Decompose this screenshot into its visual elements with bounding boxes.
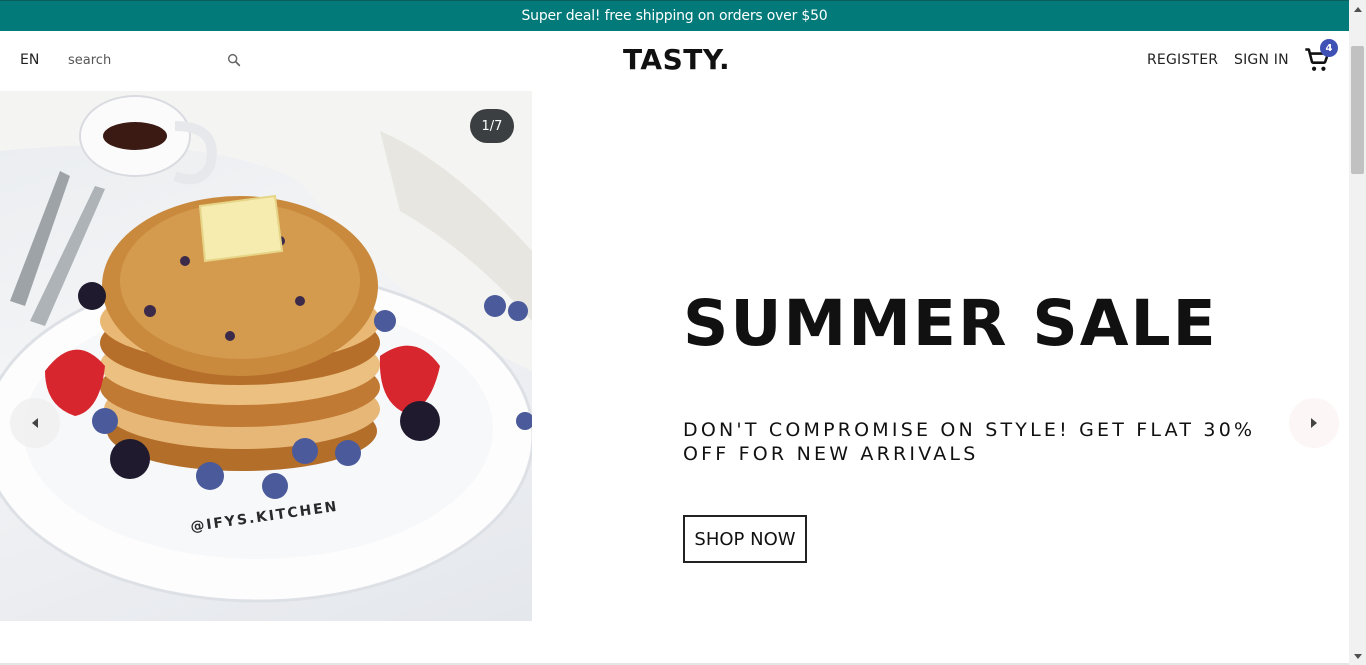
- navbar: EN TASTY. REGISTER SIGN IN 4: [0, 31, 1349, 90]
- signin-link[interactable]: SIGN IN: [1234, 52, 1289, 68]
- vertical-scrollbar[interactable]: [1349, 0, 1366, 665]
- prev-slide-button[interactable]: [10, 398, 60, 448]
- slide-title: SUMMER SALE: [683, 287, 1218, 360]
- pancake-illustration: @IFYS.KITCHEN: [0, 91, 532, 603]
- register-link[interactable]: REGISTER: [1147, 52, 1218, 68]
- slide-info: SUMMER SALE DON'T COMPROMISE ON STYLE! G…: [683, 91, 1303, 621]
- scrollbar-thumb[interactable]: [1351, 46, 1364, 174]
- slide-description: DON'T COMPROMISE ON STYLE! GET FLAT 30% …: [683, 419, 1256, 465]
- scroll-down-icon: [1353, 653, 1362, 659]
- caret-right-icon: [1311, 418, 1317, 428]
- next-slide-button[interactable]: [1289, 398, 1339, 448]
- caret-left-icon: [32, 418, 38, 428]
- slide-image: @IFYS.KITCHEN 1/7: [0, 91, 532, 621]
- search-container: [60, 45, 245, 75]
- scroll-up-arrow[interactable]: [1349, 0, 1366, 17]
- page: Super deal! free shipping on orders over…: [0, 0, 1349, 665]
- shop-now-button[interactable]: SHOP NOW: [683, 515, 807, 563]
- logo[interactable]: TASTY.: [623, 43, 730, 76]
- language-selector[interactable]: EN: [20, 52, 39, 68]
- scroll-down-arrow[interactable]: [1349, 648, 1366, 665]
- hero-slider: @IFYS.KITCHEN 1/7 SUMMER SALE DON'T COMP…: [0, 91, 1349, 621]
- search-input[interactable]: [60, 52, 218, 68]
- scroll-up-icon: [1353, 6, 1362, 12]
- announcement-text: Super deal! free shipping on orders over…: [521, 8, 828, 24]
- cart-count-badge: 4: [1320, 39, 1338, 57]
- announcement-bar: Super deal! free shipping on orders over…: [0, 0, 1349, 31]
- slide-counter: 1/7: [470, 109, 514, 143]
- search-icon[interactable]: [226, 52, 242, 68]
